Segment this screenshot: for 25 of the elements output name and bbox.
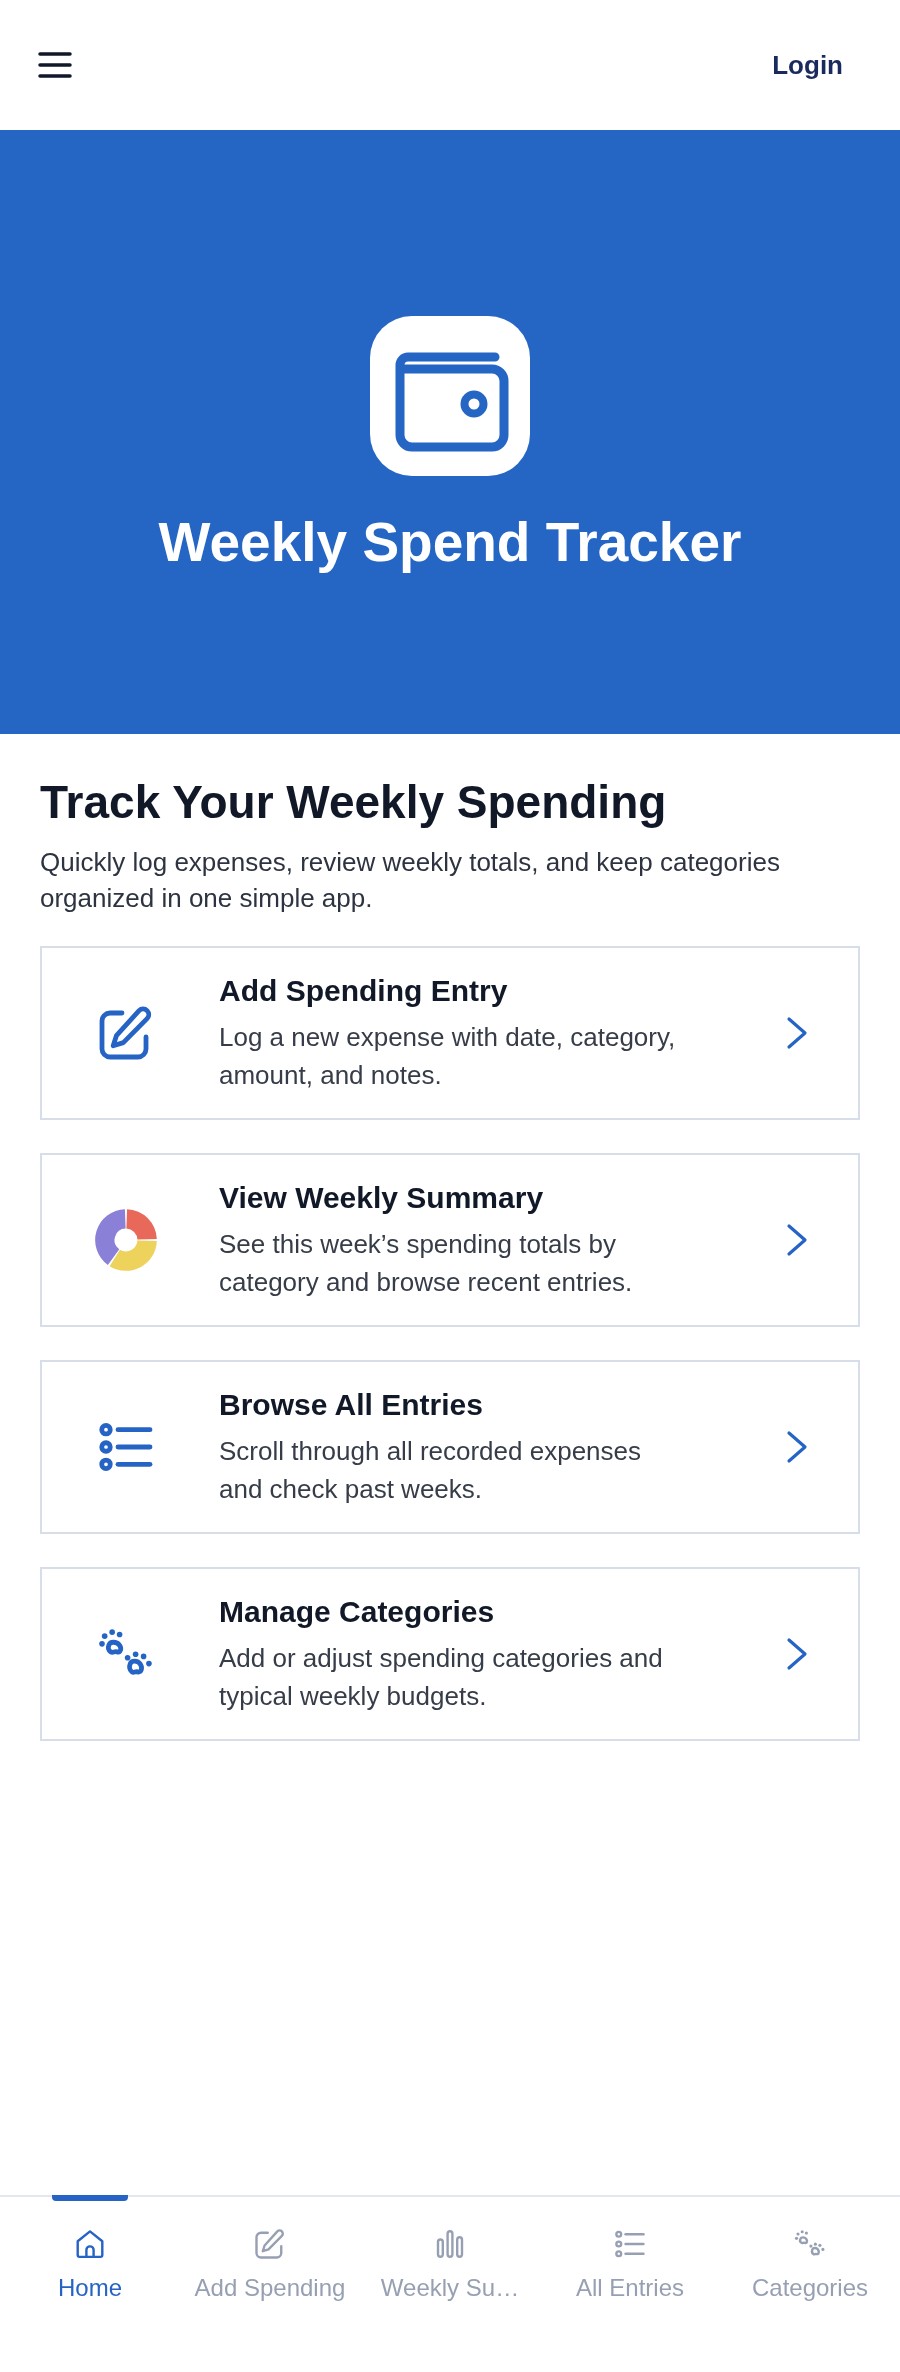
chevron-right-icon xyxy=(786,1430,808,1464)
menu-icon xyxy=(38,52,72,78)
chevron-right-icon xyxy=(786,1637,808,1671)
feature-card[interactable]: View Weekly Summary See this week’s spending totals by category and browse recent entries. xyxy=(40,1153,860,1327)
feature-card[interactable]: Manage Categories Add or adjust spending categories and typical weekly budgets. xyxy=(40,1567,860,1741)
card-description: See this week’s spending totals by category and browse recent entries. xyxy=(219,1228,634,1299)
card-description: Log a new expense with date, category, amount, and notes. xyxy=(219,1021,677,1092)
wallet-icon xyxy=(370,316,530,476)
intro-text: Quickly log expenses, review weekly totals, and keep categories organized in one simple app. xyxy=(40,846,781,915)
nav-tab[interactable]: Home xyxy=(0,2197,180,2317)
card-title: Add Spending Entry xyxy=(219,973,509,1009)
login-button[interactable]: Login xyxy=(772,49,843,81)
card-title: Manage Categories xyxy=(219,1594,496,1630)
section-heading: Track Your Weekly Spending xyxy=(40,775,668,830)
card-description: Add or adjust spending categories and typical weekly budgets. xyxy=(219,1642,664,1713)
card-title: View Weekly Summary xyxy=(219,1180,545,1216)
donut-chart-icon xyxy=(94,1208,158,1272)
chevron-right-icon xyxy=(786,1223,808,1257)
feature-card[interactable]: Browse All Entries Scroll through all recorded expenses and check past weeks. xyxy=(40,1360,860,1534)
feature-card[interactable]: Add Spending Entry Log a new expense with date, category, amount, and notes. xyxy=(40,946,860,1120)
menu-button[interactable] xyxy=(38,52,72,78)
card-title: Browse All Entries xyxy=(219,1387,484,1423)
card-description: Scroll through all recorded expenses and check past weeks. xyxy=(219,1435,643,1506)
chevron-right-icon xyxy=(786,1016,808,1050)
app-title: Weekly Spend Tracker xyxy=(158,510,742,574)
